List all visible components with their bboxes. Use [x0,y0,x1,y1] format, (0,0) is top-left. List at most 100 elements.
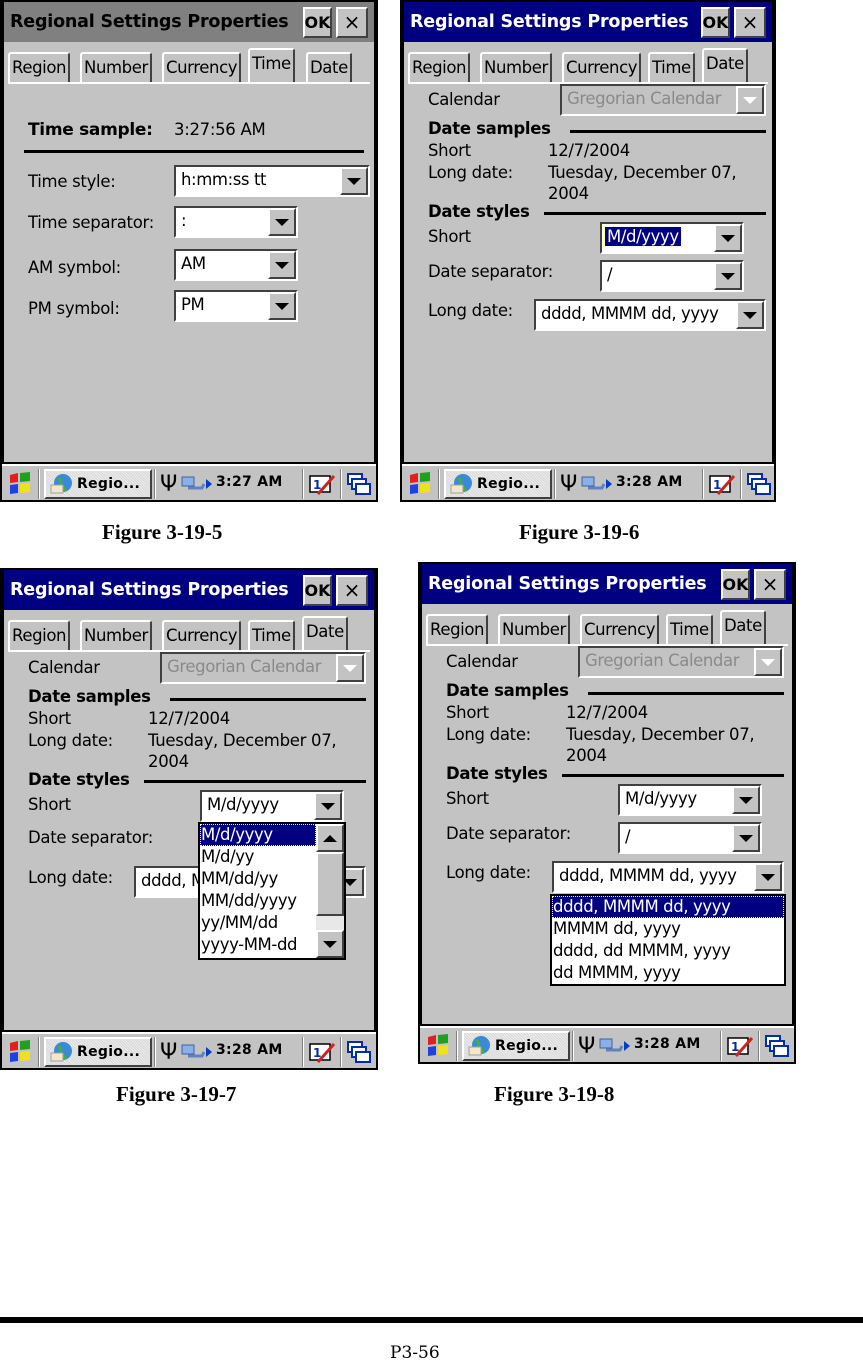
dropdown-arrow-icon[interactable] [340,167,368,195]
ok-button[interactable]: OK [303,574,332,606]
tab-date[interactable]: Date [306,52,352,82]
tab-number[interactable]: Number [80,52,152,82]
taskbar-clock[interactable]: 3:28 AM [616,474,683,490]
dropdown-arrow-icon[interactable] [268,292,296,320]
close-button[interactable]: × [734,6,766,38]
dropdown-arrow-icon[interactable] [754,863,782,891]
input-panel-icon[interactable]: 1 [708,470,736,498]
tab-number[interactable]: Number [480,52,552,82]
network-connection-icon[interactable] [580,470,606,498]
taskbar-clock[interactable]: 3:28 AM [216,1042,283,1058]
long-style-select[interactable]: dddd, MMMM dd, yyyy [534,299,766,331]
regional-settings-window: Regional Settings Properties OK × Region… [2,570,376,1032]
dropdown-arrow-icon[interactable] [732,824,760,852]
short-style-select[interactable]: M/d/yyyy [600,222,744,254]
dropdown-option[interactable]: MMMM dd, yyyy [552,918,784,940]
short-style-select[interactable]: M/d/yyyy [200,790,344,822]
antenna-icon[interactable]: Ψ [578,1032,595,1060]
ok-button[interactable]: OK [701,6,730,38]
short-style-select[interactable]: M/d/yyyy [618,784,762,816]
long-style-select[interactable]: dddd, MMMM dd, yyyy [552,861,784,893]
am-symbol-select[interactable]: AM [174,249,298,281]
tab-region[interactable]: Region [8,620,71,650]
close-button[interactable]: × [754,568,786,600]
long-sample-label: Long date: [28,731,113,750]
scrollbar-thumb[interactable] [316,852,344,916]
date-separator-label: Date separator: [446,824,572,843]
network-connection-icon[interactable] [598,1032,624,1060]
short-style-label: Short [446,789,489,808]
windows-flag-icon[interactable] [6,470,34,498]
tab-currency[interactable]: Currency [580,614,660,644]
dropdown-option[interactable]: dddd, MMMM dd, yyyy [552,896,784,918]
tab-currency[interactable]: Currency [562,52,642,82]
antenna-icon[interactable]: Ψ [560,470,577,498]
right-arrow-icon[interactable] [624,1032,630,1060]
tab-region[interactable]: Region [426,614,489,644]
scroll-down-button[interactable] [316,930,344,958]
taskbar-app-button[interactable]: Regio... [44,1037,152,1067]
dropdown-arrow-icon[interactable] [714,262,742,290]
dropdown-option[interactable]: dd MMMM, yyyy [552,962,784,984]
window-title: Regional Settings Properties [410,12,689,32]
time-separator-select[interactable]: : [174,206,298,238]
ok-button[interactable]: OK [721,568,750,600]
taskbar-clock[interactable]: 3:27 AM [216,474,283,490]
tab-time[interactable]: Time [648,52,695,82]
right-arrow-icon[interactable] [206,1038,212,1066]
long-style-dropdown-list[interactable]: dddd, MMMM dd, yyyy MMMM dd, yyyy dddd, … [550,894,786,986]
scrollbar[interactable] [316,824,344,958]
taskbar-app-button[interactable]: Regio... [462,1031,570,1061]
scroll-up-button[interactable] [316,824,344,852]
pm-symbol-select[interactable]: PM [174,290,298,322]
taskbar-app-button[interactable]: Regio... [444,469,552,499]
tab-time[interactable]: Time [248,48,295,82]
ok-button[interactable]: OK [303,6,332,38]
tab-time[interactable]: Time [666,614,713,644]
dropdown-option[interactable]: M/d/yyyy [200,824,316,846]
taskbar-app-button[interactable]: Regio... [44,469,152,499]
tab-region[interactable]: Region [408,52,471,82]
tab-currency[interactable]: Currency [162,52,242,82]
tab-currency[interactable]: Currency [162,620,242,650]
windows-flag-icon[interactable] [424,1032,452,1060]
dropdown-arrow-icon[interactable] [714,224,742,252]
dropdown-arrow-icon[interactable] [736,301,764,329]
dropdown-arrow-icon[interactable] [314,792,342,820]
antenna-icon[interactable]: Ψ [160,470,177,498]
tab-date[interactable]: Date [702,48,748,82]
dropdown-option[interactable]: dddd, dd MMMM, yyyy [552,940,784,962]
dropdown-arrow-icon[interactable] [268,208,296,236]
long-sample-value: Tuesday, December 07, [148,731,337,750]
right-arrow-icon[interactable] [606,470,612,498]
windows-flag-icon[interactable] [6,1038,34,1066]
short-style-dropdown-list[interactable]: M/d/yyyy M/d/yy MM/dd/yy MM/dd/yyyy yy/M… [198,822,346,960]
network-connection-icon[interactable] [180,470,206,498]
input-panel-icon[interactable]: 1 [726,1032,754,1060]
tab-strip: Region Number Currency Time Date [408,48,768,82]
close-button[interactable]: × [336,574,368,606]
tab-time[interactable]: Time [248,620,295,650]
close-button[interactable]: × [336,6,368,38]
date-separator-select[interactable]: / [600,260,744,292]
switch-windows-icon[interactable] [346,1038,372,1066]
switch-windows-icon[interactable] [764,1032,790,1060]
antenna-icon[interactable]: Ψ [160,1038,177,1066]
windows-flag-icon[interactable] [406,470,434,498]
input-panel-icon[interactable]: 1 [308,1038,336,1066]
date-separator-select[interactable]: / [618,822,762,854]
tab-number[interactable]: Number [498,614,570,644]
switch-windows-icon[interactable] [746,470,772,498]
dropdown-arrow-icon[interactable] [268,251,296,279]
tab-number[interactable]: Number [80,620,152,650]
input-panel-icon[interactable]: 1 [308,470,336,498]
time-style-select[interactable]: h:mm:ss tt [174,165,370,197]
network-connection-icon[interactable] [180,1038,206,1066]
switch-windows-icon[interactable] [346,470,372,498]
taskbar-clock[interactable]: 3:28 AM [634,1036,701,1052]
right-arrow-icon[interactable] [206,470,212,498]
tab-region[interactable]: Region [8,52,71,82]
tab-date[interactable]: Date [302,616,348,650]
tab-date[interactable]: Date [720,610,766,644]
dropdown-arrow-icon[interactable] [732,786,760,814]
